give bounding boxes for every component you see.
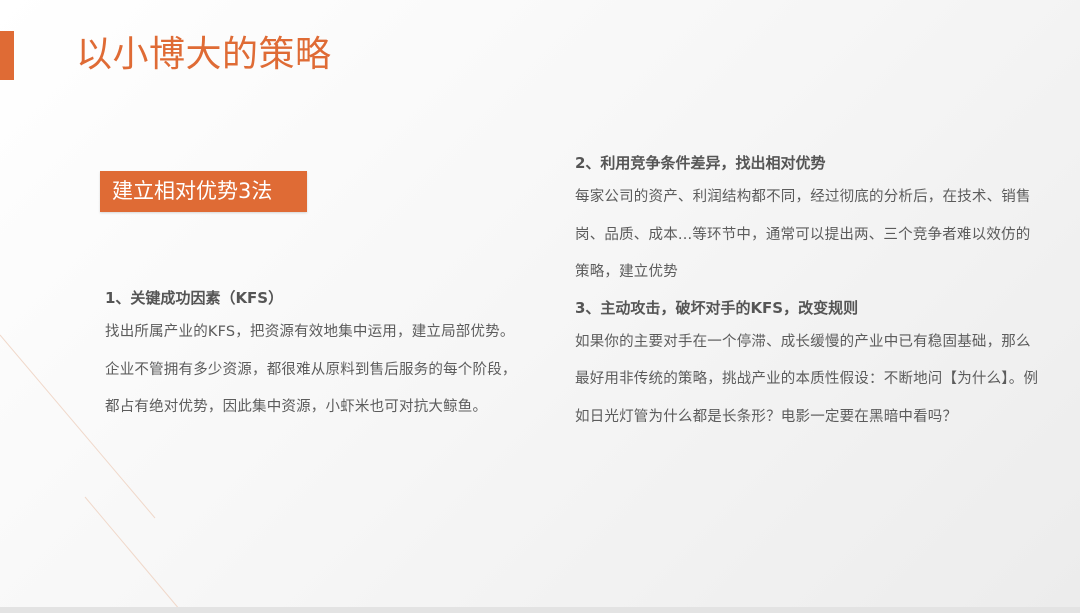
slide-title: 以小博大的策略 xyxy=(76,34,332,75)
right-column: 2、利用竞争条件差异，找出相对优势 每家公司的资产、利润结构都不同，经过彻底的分… xyxy=(575,147,1045,436)
title-accent-bar xyxy=(0,31,14,80)
bottom-border-strip xyxy=(0,607,1080,613)
section-body-2: 每家公司的资产、利润结构都不同，经过彻底的分析后，在技术、销售岗、品质、成本..… xyxy=(575,189,1031,280)
section-badge: 建立相对优势3法 xyxy=(100,171,307,212)
section-heading-2: 2、利用竞争条件差异，找出相对优势 xyxy=(575,154,826,172)
left-column: 1、关键成功因素（KFS） 找出所属产业的KFS，把资源有效地集中运用，建立局部… xyxy=(105,282,525,427)
diagonal-line-2 xyxy=(84,496,181,611)
section-heading-3: 3、主动攻击，破坏对手的KFS，改变规则 xyxy=(575,298,859,317)
section-body-1: 找出所属产业的KFS，把资源有效地集中运用，建立局部优势。企业不管拥有多少资源，… xyxy=(105,324,517,415)
section-heading-1: 1、关键成功因素（KFS） xyxy=(105,289,284,307)
section-body-3: 如果你的主要对手在一个停滞、成长缓慢的产业中已有稳固基础，那么最好用非传统的策略… xyxy=(575,333,1039,425)
slide: 以小博大的策略 建立相对优势3法 1、关键成功因素（KFS） 找出所属产业的KF… xyxy=(0,0,1080,613)
